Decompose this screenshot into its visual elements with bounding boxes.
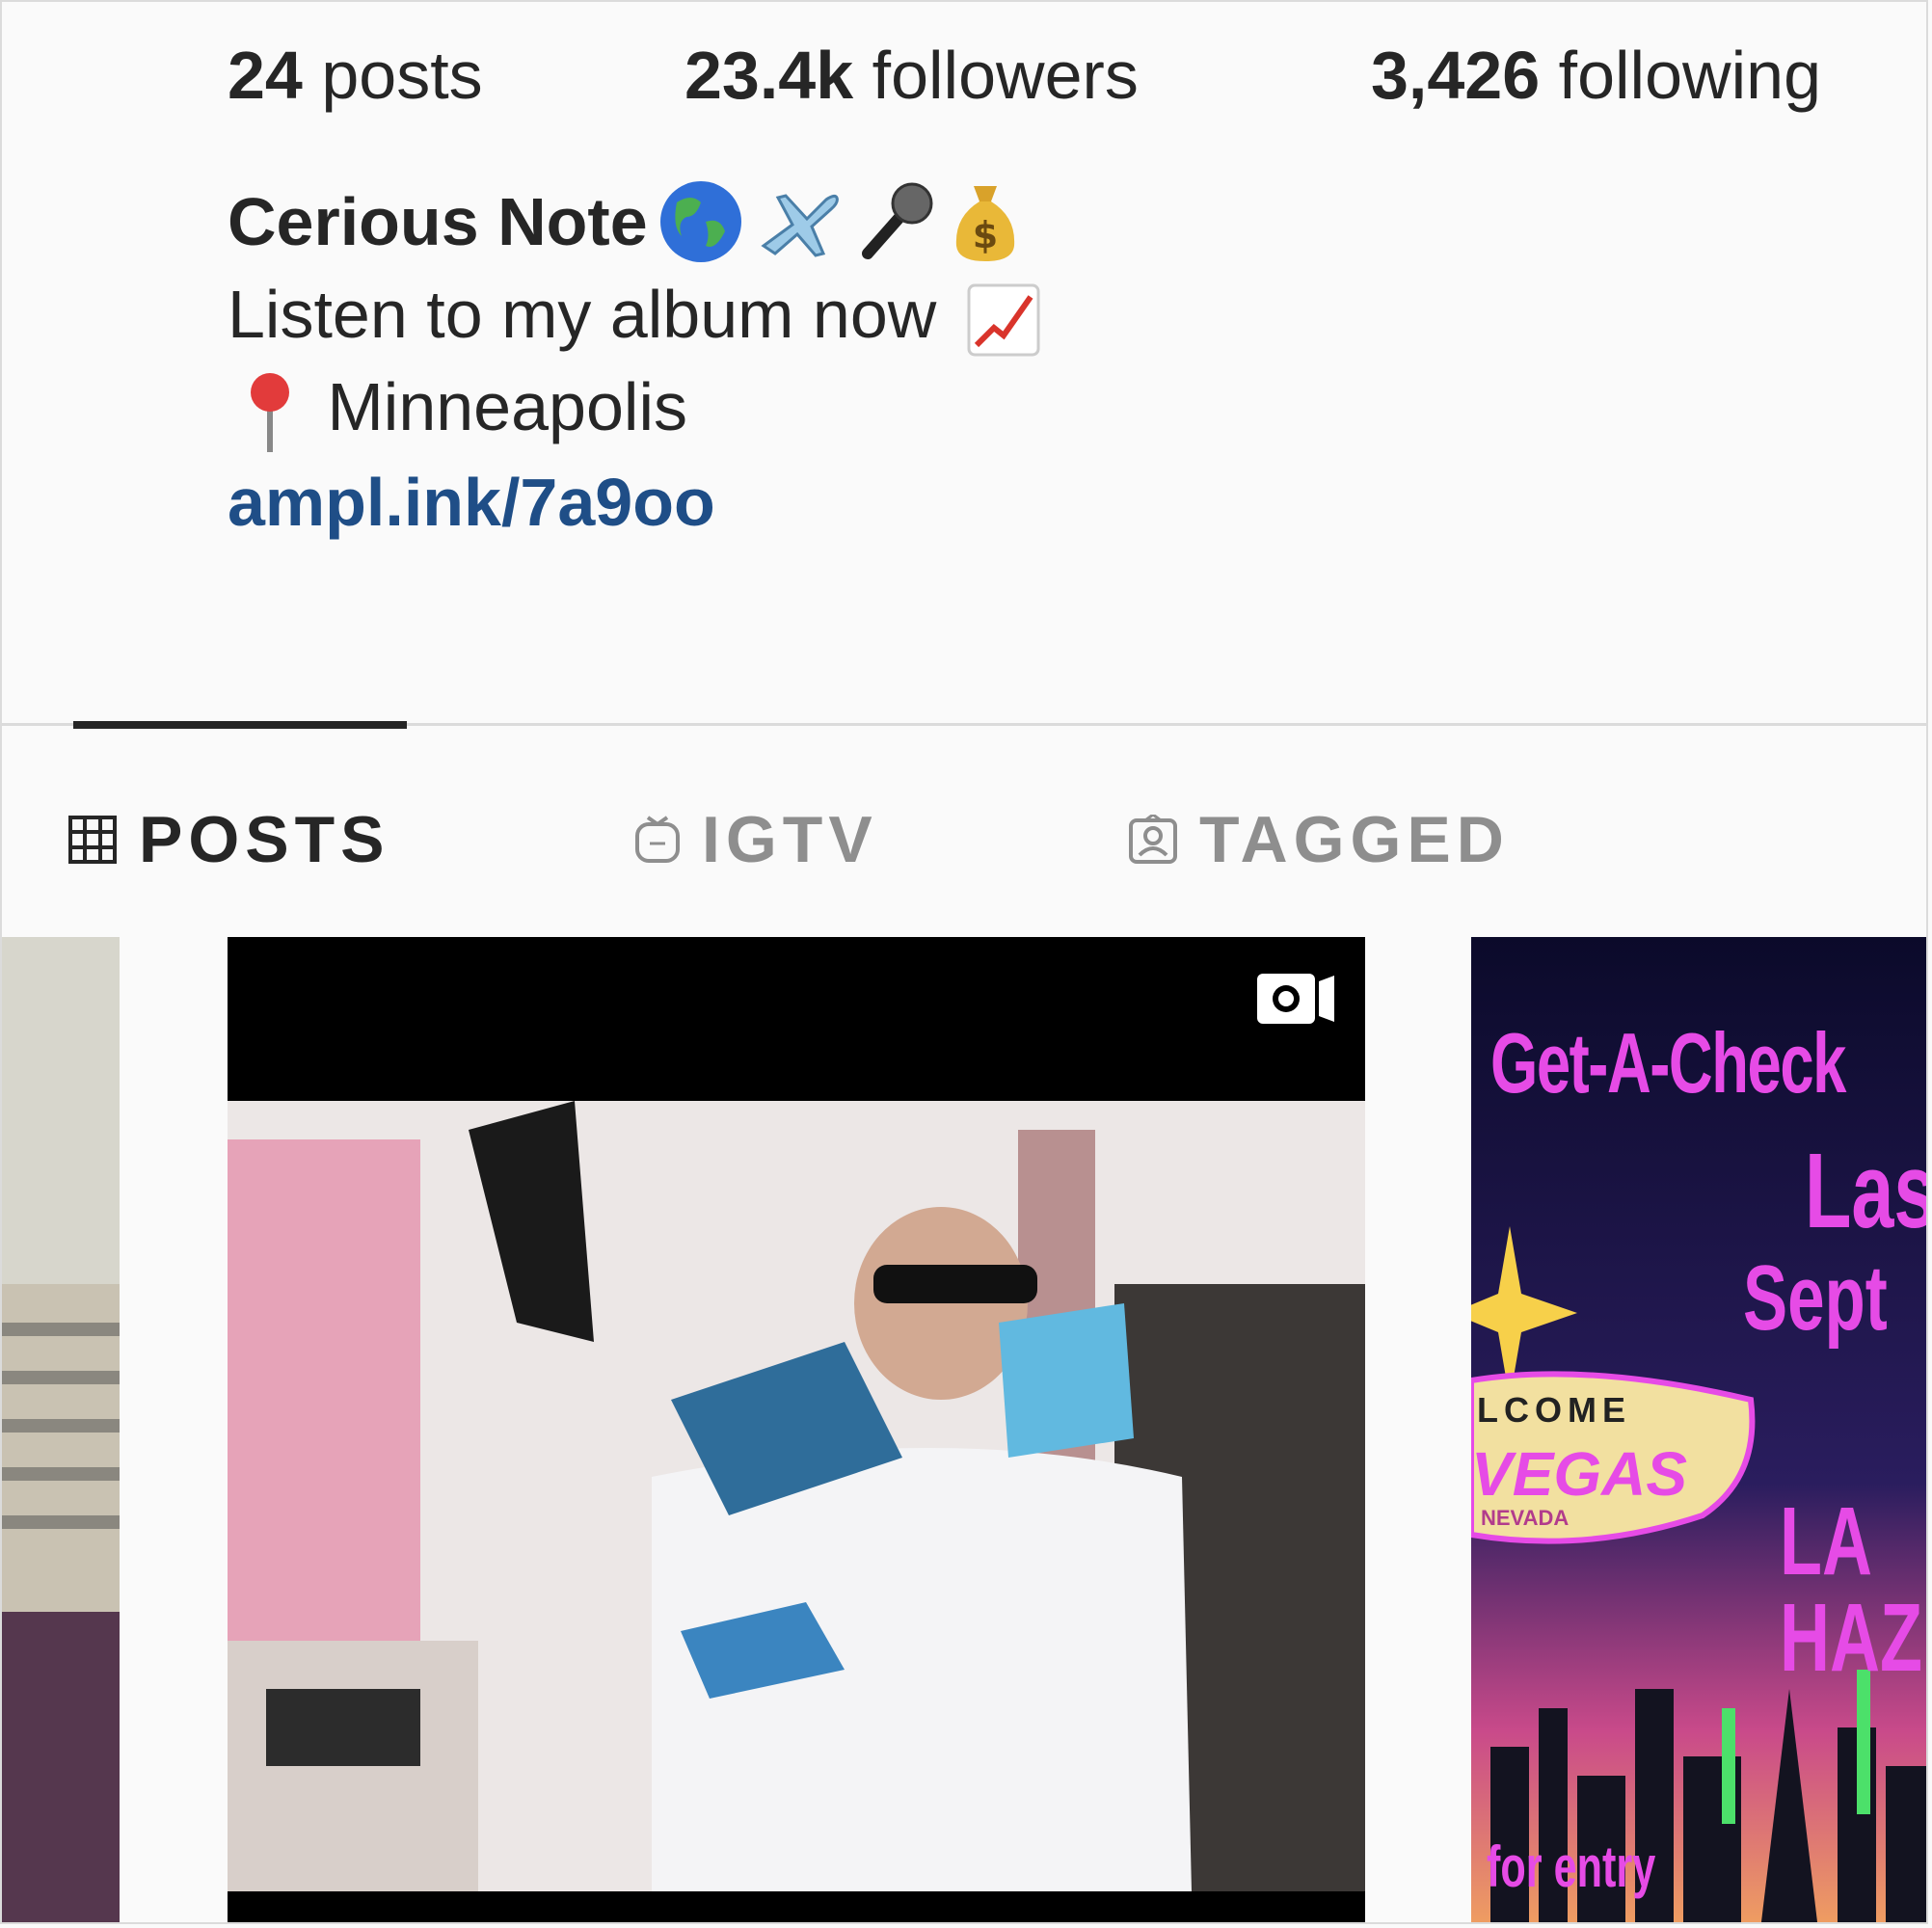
- following-label: following: [1558, 38, 1822, 113]
- bio-line-1: Listen to my album now: [228, 268, 1042, 361]
- posts-count: 24: [228, 38, 303, 113]
- tab-posts-label: POSTS: [139, 803, 390, 876]
- post-thumbnail-video[interactable]: [228, 937, 1365, 1922]
- followers-label: followers: [872, 38, 1139, 113]
- tab-tagged[interactable]: TAGGED: [1128, 802, 1510, 877]
- tab-igtv-label: IGTV: [702, 803, 878, 876]
- money-bag-icon: $: [955, 186, 1014, 261]
- microphone-icon: [861, 182, 933, 259]
- airplane-icon: [761, 194, 839, 257]
- poster-title: Get-A-Check: [1490, 1015, 1846, 1111]
- poster-line-4: LA: [1780, 1487, 1872, 1595]
- tab-posts[interactable]: POSTS: [67, 802, 390, 877]
- profile-name-row: Cerious Note $: [228, 175, 1042, 268]
- building-photo: [2, 937, 120, 1922]
- poster-footer: for entry: [1487, 1834, 1656, 1899]
- posts-stat[interactable]: 24 posts: [228, 37, 483, 114]
- igtv-icon: [635, 816, 680, 863]
- profile-panel: 24 posts 23.4k followers 3,426 following…: [0, 0, 1928, 1924]
- bio-link[interactable]: ampl.ink/7a9oo: [228, 456, 1042, 549]
- profile-bio: Cerious Note $ Listen to my album now Mi…: [228, 175, 1042, 549]
- svg-text:$: $: [972, 214, 997, 256]
- followers-stat[interactable]: 23.4k followers: [684, 37, 1139, 114]
- chart-increasing-icon: [967, 283, 1040, 357]
- post-thumbnail-poster[interactable]: Get-A-Check Las Sept LCOME VEGAS NEVADA …: [1471, 937, 1928, 1922]
- following-count: 3,426: [1371, 38, 1541, 113]
- bio-location: Minneapolis: [228, 361, 1042, 456]
- followers-count: 23.4k: [684, 38, 854, 113]
- video-camera-icon: [1257, 974, 1334, 1024]
- grid-icon: [68, 816, 117, 864]
- poster-sign-nevada: NEVADA: [1481, 1506, 1570, 1530]
- posts-label: posts: [321, 38, 483, 113]
- poster-line-5: HAZ: [1780, 1584, 1922, 1692]
- tagged-icon: [1129, 815, 1177, 864]
- round-pushpin-icon: [251, 372, 289, 452]
- poster-sign-welcome: LCOME: [1477, 1390, 1631, 1430]
- globe-icon: [659, 181, 741, 262]
- tab-tagged-label: TAGGED: [1199, 803, 1510, 876]
- following-stat[interactable]: 3,426 following: [1371, 37, 1821, 114]
- poster-line-2: Las: [1805, 1132, 1928, 1250]
- poster-sign-vegas: VEGAS: [1471, 1439, 1688, 1509]
- poster-line-3: Sept: [1743, 1246, 1888, 1350]
- active-tab-indicator: [73, 721, 407, 729]
- profile-name: Cerious Note: [228, 184, 648, 259]
- tab-igtv[interactable]: IGTV: [634, 802, 878, 877]
- post-thumbnail-left[interactable]: [2, 937, 120, 1922]
- profile-tabs: POSTS IGTV TAGGED: [2, 802, 1926, 879]
- video-still-photo: [228, 937, 1365, 1922]
